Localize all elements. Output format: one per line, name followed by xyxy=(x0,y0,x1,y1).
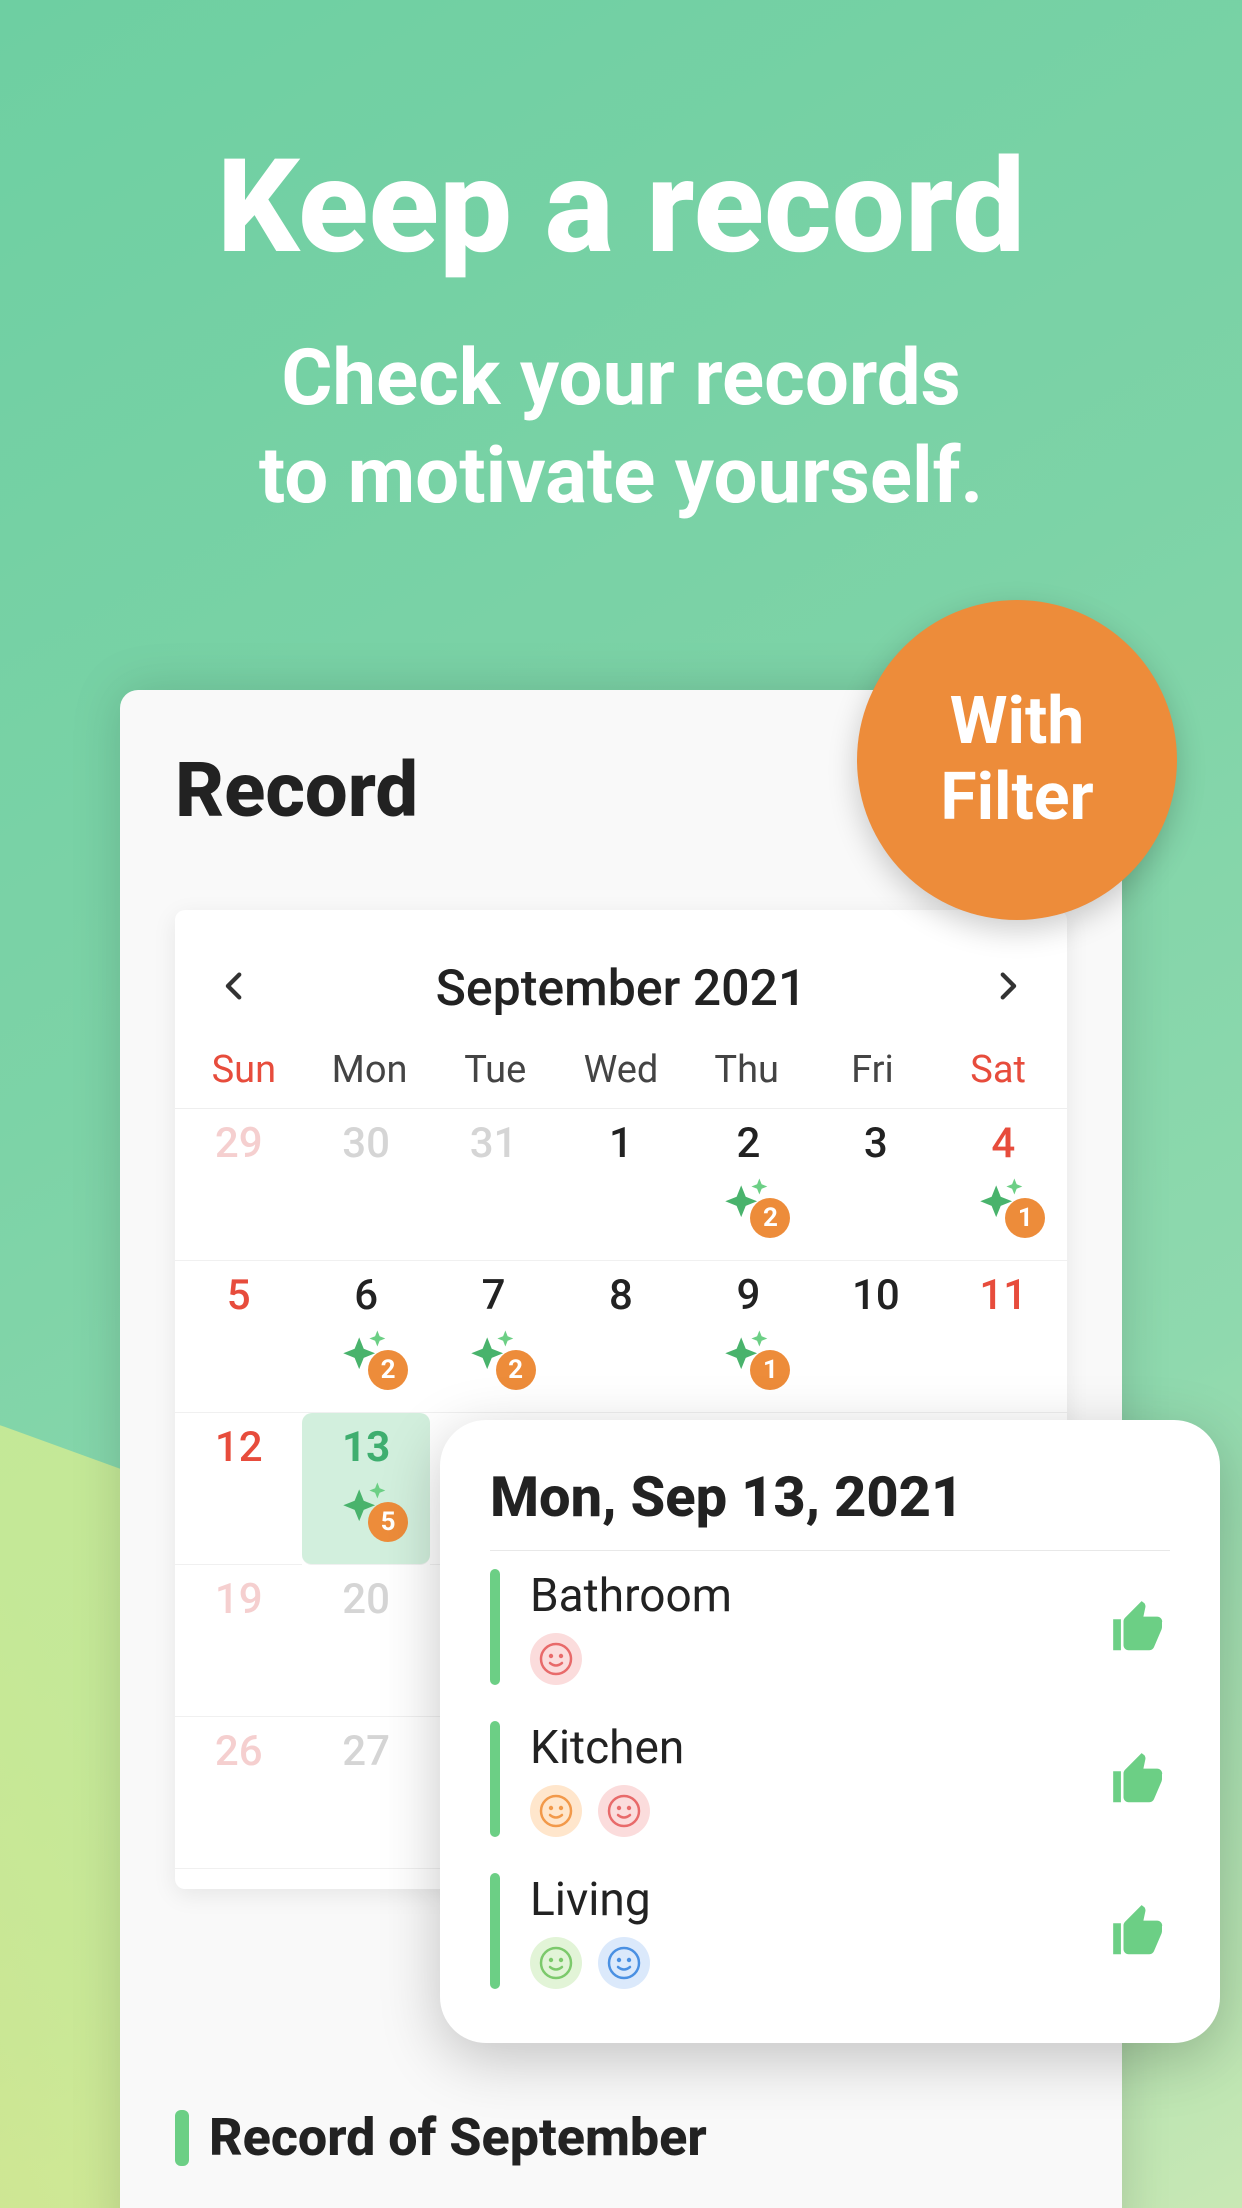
calendar-month-label: September 2021 xyxy=(436,960,807,1018)
calendar-dow: Mon xyxy=(307,1048,433,1092)
calendar-day-number: 30 xyxy=(302,1119,429,1168)
calendar-day-number: 6 xyxy=(302,1271,429,1320)
calendar-day-number: 13 xyxy=(302,1423,429,1472)
chevron-right-icon xyxy=(990,969,1024,1003)
accent-bar xyxy=(175,2110,189,2166)
next-month-button[interactable] xyxy=(977,966,1037,1013)
calendar-day-number: 12 xyxy=(175,1423,302,1472)
calendar-day-cell[interactable]: 22 xyxy=(685,1109,812,1261)
task-accent-bar xyxy=(490,1569,500,1685)
sparkle-icon: 1 xyxy=(720,1326,776,1376)
calendar-day-cell[interactable]: 72 xyxy=(430,1261,557,1413)
summary-label: Record of September xyxy=(209,2107,707,2168)
sparkle-icon: 2 xyxy=(720,1174,776,1224)
calendar-day-cell[interactable]: 19 xyxy=(175,1565,302,1717)
sparkle-icon: 5 xyxy=(338,1478,394,1528)
calendar-day-cell[interactable]: 3 xyxy=(812,1109,939,1261)
task-avatars xyxy=(530,1937,1108,1989)
monthly-summary-heading: Record of September xyxy=(175,2107,707,2168)
avatar xyxy=(530,1785,582,1837)
calendar-day-number: 3 xyxy=(812,1119,939,1168)
calendar-day-cell[interactable]: 12 xyxy=(175,1413,302,1565)
calendar-day-cell[interactable]: 26 xyxy=(175,1717,302,1869)
calendar-dow: Wed xyxy=(558,1048,684,1092)
calendar-day-number: 19 xyxy=(175,1575,302,1624)
calendar-day-number: 5 xyxy=(175,1271,302,1320)
task-name: Kitchen xyxy=(530,1721,1108,1775)
calendar-day-cell[interactable]: 29 xyxy=(175,1109,302,1261)
activity-count-badge: 2 xyxy=(496,1350,536,1390)
calendar-day-cell[interactable]: 1 xyxy=(557,1109,684,1261)
calendar-day-cell[interactable]: 5 xyxy=(175,1261,302,1413)
calendar-day-number: 10 xyxy=(812,1271,939,1320)
thumbs-up-icon[interactable] xyxy=(1108,1748,1170,1810)
activity-count-badge: 2 xyxy=(368,1350,408,1390)
calendar-day-number: 9 xyxy=(685,1271,812,1320)
avatar xyxy=(530,1633,582,1685)
calendar-day-number: 8 xyxy=(557,1271,684,1320)
calendar-day-cell[interactable]: 10 xyxy=(812,1261,939,1413)
activity-count-badge: 2 xyxy=(750,1198,790,1238)
task-avatars xyxy=(530,1633,1108,1685)
calendar-day-number: 4 xyxy=(940,1119,1067,1168)
calendar-day-cell[interactable]: 62 xyxy=(302,1261,429,1413)
thumbs-up-icon[interactable] xyxy=(1108,1900,1170,1962)
avatar xyxy=(530,1937,582,1989)
calendar-day-number: 27 xyxy=(302,1727,429,1776)
activity-count-badge: 5 xyxy=(368,1502,408,1542)
calendar-day-number: 7 xyxy=(430,1271,557,1320)
calendar-day-cell[interactable]: 31 xyxy=(430,1109,557,1261)
calendar-day-cell[interactable]: 11 xyxy=(940,1261,1067,1413)
hero-subtitle: Check your records to motivate yourself. xyxy=(0,330,1242,525)
task-row[interactable]: Bathroom xyxy=(490,1551,1170,1703)
calendar-day-cell[interactable]: 41 xyxy=(940,1109,1067,1261)
hero-title: Keep a record xyxy=(0,130,1242,283)
task-row[interactable]: Kitchen xyxy=(490,1703,1170,1855)
sparkle-icon: 1 xyxy=(975,1174,1031,1224)
avatar xyxy=(598,1785,650,1837)
day-detail-popup: Mon, Sep 13, 2021 Bathroom Kitchen Living xyxy=(440,1420,1220,2043)
calendar-day-cell[interactable]: 8 xyxy=(557,1261,684,1413)
filter-badge[interactable]: WithFilter xyxy=(857,600,1177,920)
sparkle-icon: 2 xyxy=(338,1326,394,1376)
calendar-day-number: 1 xyxy=(557,1119,684,1168)
chevron-left-icon xyxy=(218,969,252,1003)
sparkle-icon: 2 xyxy=(466,1326,522,1376)
task-name: Living xyxy=(530,1873,1108,1927)
calendar-day-number: 26 xyxy=(175,1727,302,1776)
avatar xyxy=(598,1937,650,1989)
popup-date: Mon, Sep 13, 2021 xyxy=(490,1464,1170,1551)
calendar-day-number: 2 xyxy=(685,1119,812,1168)
task-row[interactable]: Living xyxy=(490,1855,1170,2007)
calendar-day-cell[interactable]: 91 xyxy=(685,1261,812,1413)
activity-count-badge: 1 xyxy=(1005,1198,1045,1238)
task-avatars xyxy=(530,1785,1108,1837)
calendar-dow: Fri xyxy=(810,1048,936,1092)
prev-month-button[interactable] xyxy=(205,966,265,1013)
calendar-day-number: 11 xyxy=(940,1271,1067,1320)
calendar-dow: Sun xyxy=(181,1048,307,1092)
calendar-dow: Sat xyxy=(935,1048,1061,1092)
thumbs-up-icon[interactable] xyxy=(1108,1596,1170,1658)
activity-count-badge: 1 xyxy=(750,1350,790,1390)
calendar-day-cell[interactable]: 30 xyxy=(302,1109,429,1261)
task-accent-bar xyxy=(490,1873,500,1989)
calendar-day-number: 29 xyxy=(175,1119,302,1168)
calendar-day-number: 31 xyxy=(430,1119,557,1168)
calendar-day-cell[interactable]: 27 xyxy=(302,1717,429,1869)
calendar-day-number: 20 xyxy=(302,1575,429,1624)
task-accent-bar xyxy=(490,1721,500,1837)
calendar-day-cell[interactable]: 20 xyxy=(302,1565,429,1717)
calendar-dow: Thu xyxy=(684,1048,810,1092)
calendar-dow: Tue xyxy=(432,1048,558,1092)
calendar-day-cell[interactable]: 13 5 xyxy=(302,1413,429,1565)
task-name: Bathroom xyxy=(530,1569,1108,1623)
